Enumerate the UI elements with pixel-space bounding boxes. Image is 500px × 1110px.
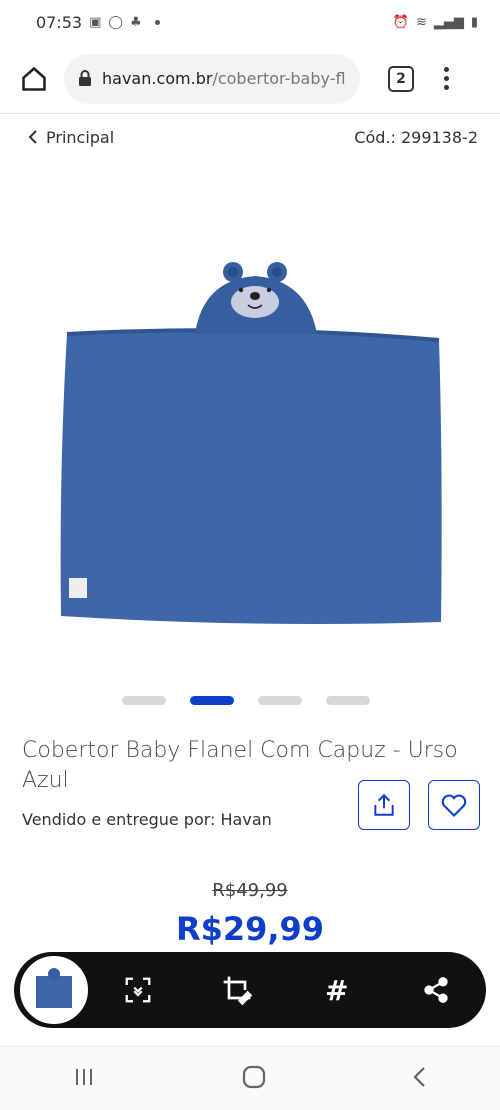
sale-price: R$29,99 xyxy=(175,910,325,948)
home-button[interactable] xyxy=(14,59,54,99)
share-screenshot-button[interactable] xyxy=(414,968,458,1012)
carousel-dot-active[interactable] xyxy=(190,696,234,705)
gallery-icon: ▣ xyxy=(89,14,102,30)
carousel-dot[interactable] xyxy=(122,696,166,705)
recent-apps-button[interactable] xyxy=(72,1066,96,1092)
crop-edit-button[interactable] xyxy=(215,968,259,1012)
lock-icon xyxy=(78,70,92,87)
carousel-dot[interactable] xyxy=(326,696,370,705)
screenshot-thumbnail[interactable] xyxy=(20,956,88,1024)
browser-toolbar: havan.com.br/cobertor-baby-fl 2 xyxy=(0,44,500,114)
url-domain: havan.com.br xyxy=(102,69,213,88)
screenshot-toolbar: # xyxy=(14,952,486,1028)
battery-icon: ▮ xyxy=(470,14,478,30)
status-time: 07:53 xyxy=(36,12,83,32)
url-path: /cobertor-baby-fl xyxy=(212,69,346,88)
breadcrumb: Principal Cód.: 299138-2 xyxy=(0,122,500,152)
back-nav-button[interactable] xyxy=(412,1065,428,1093)
crop-edit-icon xyxy=(223,976,253,1006)
share-icon xyxy=(374,793,394,816)
tab-switcher-button[interactable]: 2 xyxy=(388,65,414,92)
scroll-capture-button[interactable] xyxy=(116,968,160,1012)
menu-dot xyxy=(444,76,449,81)
whatsapp-icon: ◯ xyxy=(108,14,123,30)
home-circle-icon xyxy=(242,1065,266,1088)
original-price: R$49,99 xyxy=(212,880,288,901)
browser-menu-button[interactable] xyxy=(444,67,449,90)
back-label: Principal xyxy=(46,127,115,147)
status-right: ⏰ ≋ ▂▄▆ ▮ xyxy=(393,15,478,30)
status-left: 07:53 ▣ ◯ ♣ xyxy=(36,13,160,32)
address-bar[interactable]: havan.com.br/cobertor-baby-fl xyxy=(64,53,360,104)
signal-icon: ▂▄▆ xyxy=(433,14,464,30)
home-nav-button[interactable] xyxy=(241,1064,267,1094)
status-bar: 07:53 ▣ ◯ ♣ ⏰ ≋ ▂▄▆ ▮ xyxy=(0,0,500,44)
heart-icon xyxy=(441,794,467,817)
chevron-left-icon xyxy=(28,130,37,144)
back-link[interactable]: Principal xyxy=(28,128,114,147)
back-chevron-icon xyxy=(413,1066,425,1087)
product-code: Cód.: 299138-2 xyxy=(354,127,478,147)
recent-apps-icon xyxy=(76,1068,93,1085)
image-carousel-indicator xyxy=(122,696,370,705)
menu-dot xyxy=(444,85,449,90)
hashtag-icon: # xyxy=(325,973,349,1007)
favorite-button[interactable] xyxy=(428,780,480,830)
share-button[interactable] xyxy=(358,780,410,830)
menu-dot xyxy=(444,67,449,72)
product-image[interactable] xyxy=(55,250,447,630)
seller-info: Vendido e entregue por: Havan xyxy=(22,810,272,829)
share-nodes-icon xyxy=(424,977,448,1003)
carousel-dot[interactable] xyxy=(258,696,302,705)
app-icon: ♣ xyxy=(129,14,142,30)
system-navigation-bar xyxy=(0,1046,500,1110)
home-icon xyxy=(22,66,46,91)
scroll-capture-icon xyxy=(125,977,151,1003)
alarm-icon: ⏰ xyxy=(392,14,409,30)
more-notifications-icon xyxy=(154,19,160,25)
wifi-icon: ≋ xyxy=(415,14,427,30)
hashtag-button[interactable]: # xyxy=(315,968,359,1012)
